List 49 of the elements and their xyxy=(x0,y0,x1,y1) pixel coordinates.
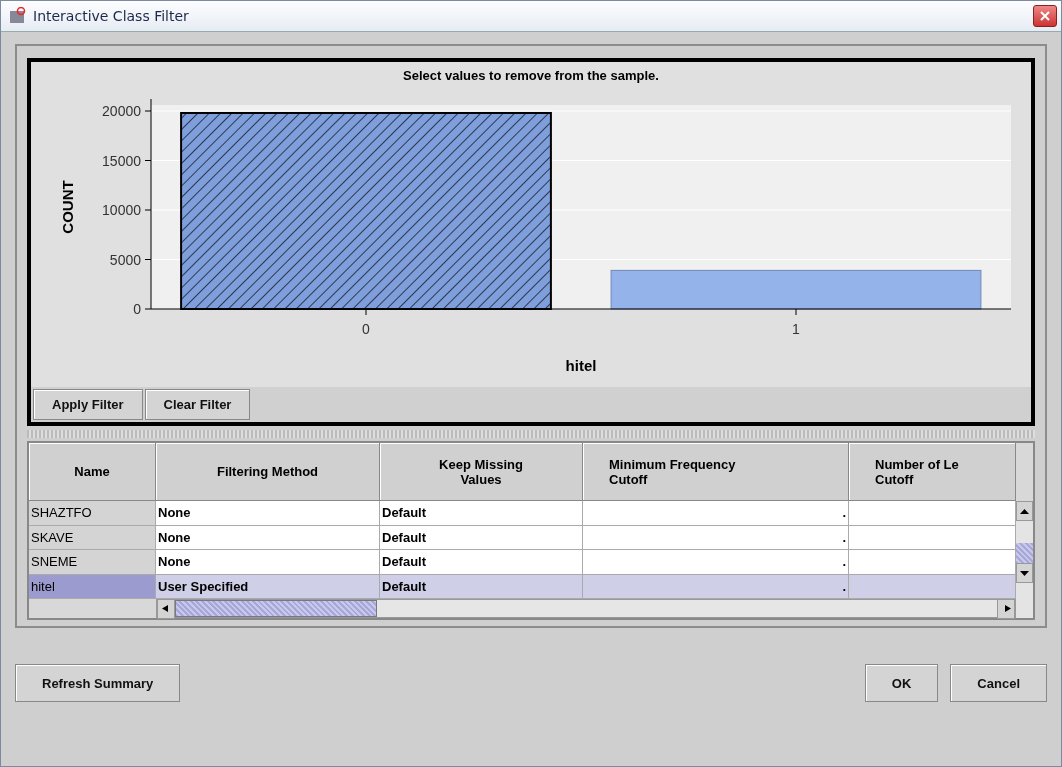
table-cell: User Specified xyxy=(156,574,380,599)
left-arrow-icon xyxy=(161,605,171,612)
table-cell: . xyxy=(583,501,849,526)
table-cell: None xyxy=(156,525,380,550)
app-icon xyxy=(9,7,27,25)
close-button[interactable] xyxy=(1033,5,1057,27)
refresh-button[interactable]: Refresh Summary xyxy=(15,664,181,702)
chart-title: Select values to remove from the sample. xyxy=(402,67,660,85)
horizontal-scrollbar[interactable] xyxy=(156,599,1016,618)
column-header[interactable]: Filtering Method xyxy=(156,443,380,501)
row-header[interactable]: SHAZTFO xyxy=(29,501,156,526)
down-arrow-icon xyxy=(1020,569,1029,577)
table-cell: . xyxy=(583,574,849,599)
dialog-button[interactable]: OK xyxy=(864,664,939,702)
table-cell: . xyxy=(583,525,849,550)
scroll-thumb[interactable] xyxy=(1016,543,1033,563)
table-cell: . xyxy=(583,550,849,575)
tick-label: 1 xyxy=(792,321,800,337)
scroll-thumb[interactable] xyxy=(175,600,377,617)
column-header[interactable]: Keep Missing Values xyxy=(380,443,583,501)
up-arrow-icon xyxy=(1020,507,1029,515)
table-cell: Default xyxy=(380,501,583,526)
column-header[interactable]: Number of Le Cutoff xyxy=(849,443,1016,501)
close-icon xyxy=(1039,10,1051,22)
window-title: Interactive Class Filter xyxy=(33,8,190,24)
table-cell: Default xyxy=(380,574,583,599)
row-header[interactable]: SKAVE xyxy=(29,525,156,550)
table-cell: None xyxy=(156,550,380,575)
vertical-scrollbar[interactable] xyxy=(1016,501,1033,618)
filter-button[interactable]: Apply Filter xyxy=(33,389,143,420)
table-cell: None xyxy=(156,501,380,526)
hatched-bar[interactable] xyxy=(180,112,552,310)
bar[interactable] xyxy=(610,269,982,310)
column-header[interactable]: Name xyxy=(29,443,156,501)
column-header[interactable]: Minimum Frequency Cutoff xyxy=(583,443,849,501)
filter-button[interactable]: Clear Filter xyxy=(144,389,251,420)
tick-label: 0 xyxy=(362,321,370,337)
tick-label: 10000 xyxy=(102,202,141,218)
tick-label: 15000 xyxy=(102,152,141,169)
axis-label: hitel xyxy=(565,357,597,374)
table-cell: Default xyxy=(380,550,583,575)
row-header[interactable]: hitel xyxy=(29,574,156,599)
tick-label: 20000 xyxy=(102,103,141,119)
tick-label: 5000 xyxy=(109,251,141,268)
row-header[interactable]: SNEME xyxy=(29,550,156,575)
table-cell: Default xyxy=(380,525,583,550)
dialog-button[interactable]: Cancel xyxy=(950,664,1047,702)
axis-label: COUNT xyxy=(59,180,76,234)
tick-label: 0 xyxy=(133,301,141,317)
